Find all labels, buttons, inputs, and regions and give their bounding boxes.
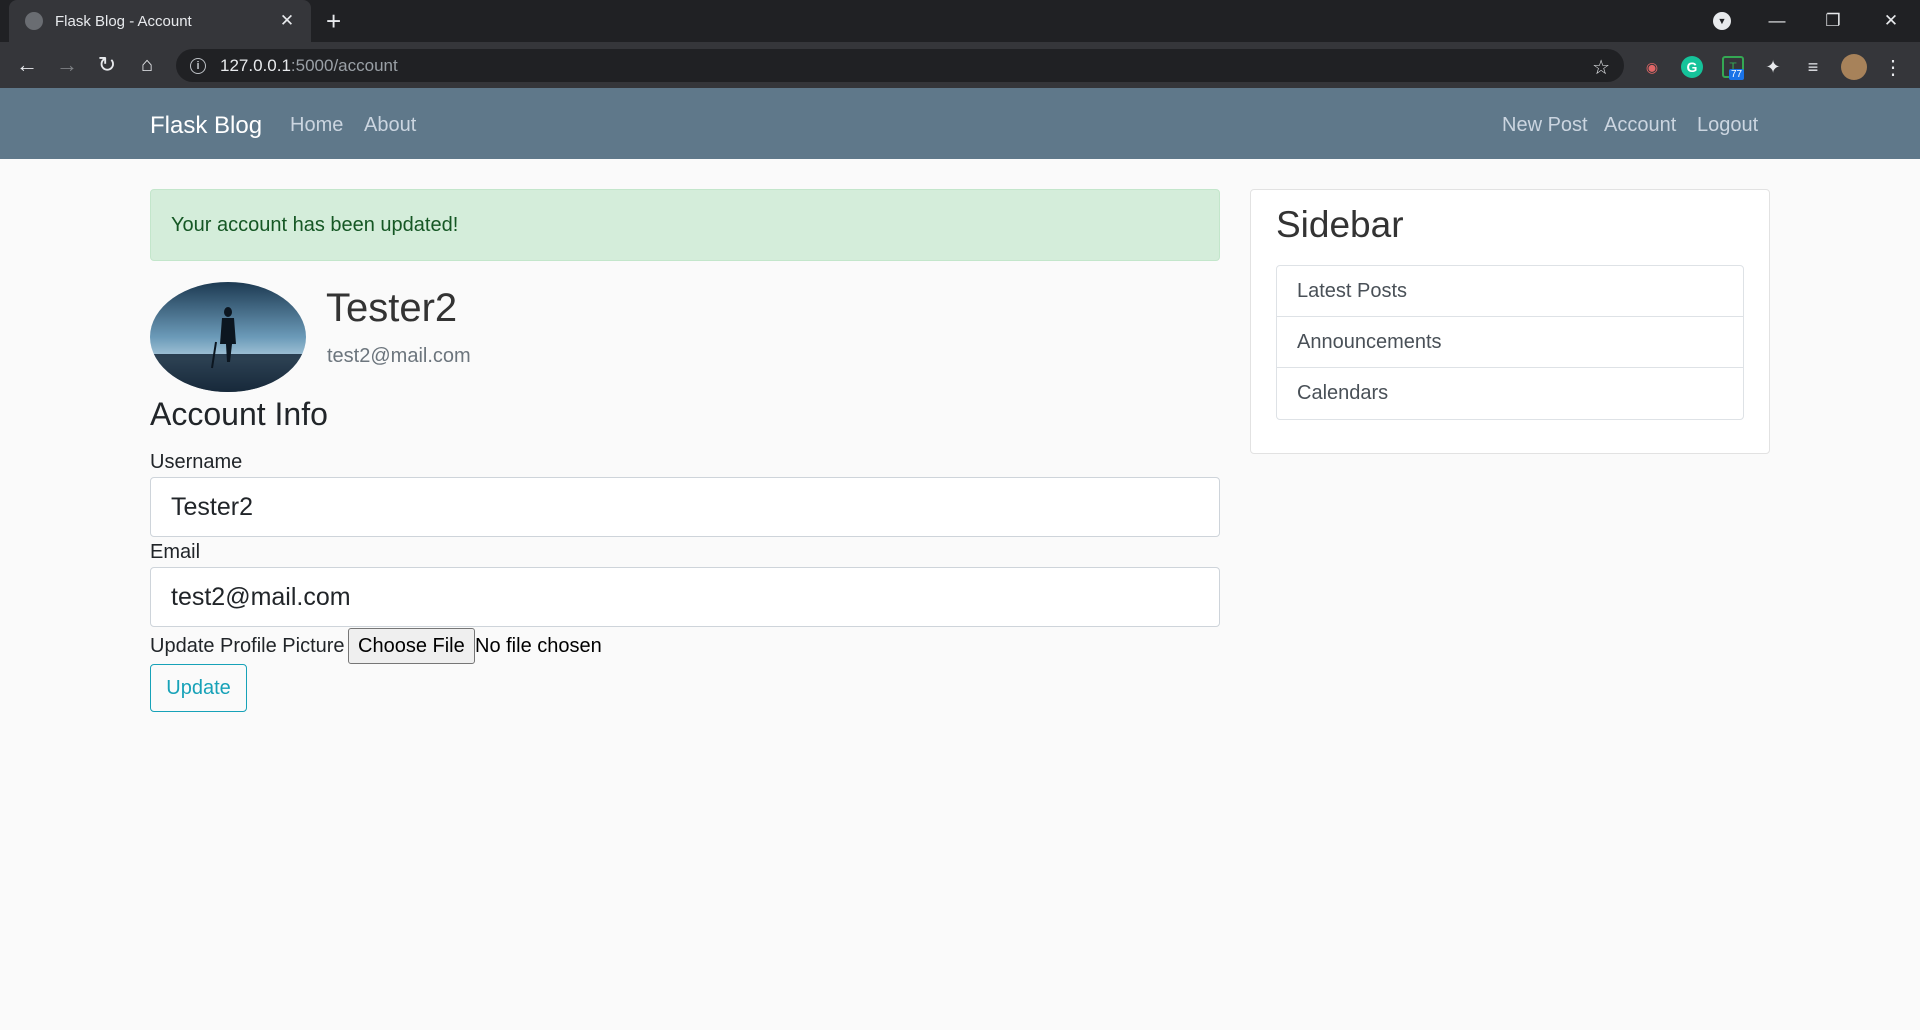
extension-badge: 77 [1729,69,1745,80]
address-bar[interactable]: i 127.0.0.1:5000/account ☆ [176,49,1624,82]
sidebar-list: Latest Posts Announcements Calendars [1276,265,1744,420]
nav-about-link[interactable]: About [364,114,416,137]
forward-icon[interactable]: → [53,51,81,79]
home-icon[interactable]: ⌂ [133,51,161,79]
menu-kebab-icon[interactable]: ⋮ [1882,56,1904,79]
nav-account-link[interactable]: Account [1604,114,1676,137]
email-label: Email [150,541,201,563]
sidebar-item-calendars[interactable]: Calendars [1277,368,1743,419]
tab-search-icon[interactable]: ▼ [1713,12,1731,30]
tab-title: Flask Blog - Account [55,12,192,30]
browser-tab-strip: Flask Blog - Account ✕ + ▼ — ❐ ✕ [0,0,1920,42]
site-info-icon[interactable]: i [190,57,206,74]
nav-new-post-link[interactable]: New Post [1502,114,1588,137]
close-tab-icon[interactable]: ✕ [277,11,297,31]
form-legend: Account Info [150,396,328,432]
account-email: test2@mail.com [327,345,471,367]
puzzle-icon[interactable]: ✦ [1762,56,1784,78]
extension-icon[interactable]: ◉ [1641,56,1663,78]
url-host: 127.0.0.1 [220,55,291,75]
username-label: Username [150,451,243,473]
picture-label: Update Profile Picture [150,635,345,657]
restore-icon[interactable]: ❐ [1805,0,1861,42]
update-button[interactable]: Update [150,664,247,712]
brand-link[interactable]: Flask Blog [150,112,262,140]
username-field[interactable]: Tester2 [150,477,1220,537]
success-alert: Your account has been updated! [150,189,1220,261]
sidebar-item-announcements[interactable]: Announcements [1277,317,1743,368]
url-path: :5000/account [290,55,398,75]
bookmark-star-icon[interactable]: ☆ [1592,55,1610,80]
file-status: No file chosen [475,635,602,657]
minimize-icon[interactable]: — [1749,0,1805,42]
media-queue-icon[interactable]: ≡ [1802,56,1824,78]
back-icon[interactable]: ← [13,51,41,79]
reload-icon[interactable]: ↻ [93,51,121,79]
profile-avatar [150,282,306,392]
sidebar-title: Sidebar [1276,204,1404,245]
globe-icon [25,12,43,30]
grammarly-icon[interactable]: G [1681,56,1703,78]
nav-home-link[interactable]: Home [290,114,343,137]
new-tab-icon[interactable]: + [326,8,341,34]
account-username: Tester2 [326,286,458,330]
nav-logout-link[interactable]: Logout [1697,114,1758,137]
window-close-icon[interactable]: ✕ [1863,0,1919,42]
browser-tab[interactable]: Flask Blog - Account ✕ [9,0,311,42]
email-field[interactable]: test2@mail.com [150,567,1220,627]
sidebar-item-latest-posts[interactable]: Latest Posts [1277,266,1743,317]
choose-file-button[interactable]: Choose File [348,628,475,664]
profile-avatar-icon[interactable] [1841,54,1867,80]
